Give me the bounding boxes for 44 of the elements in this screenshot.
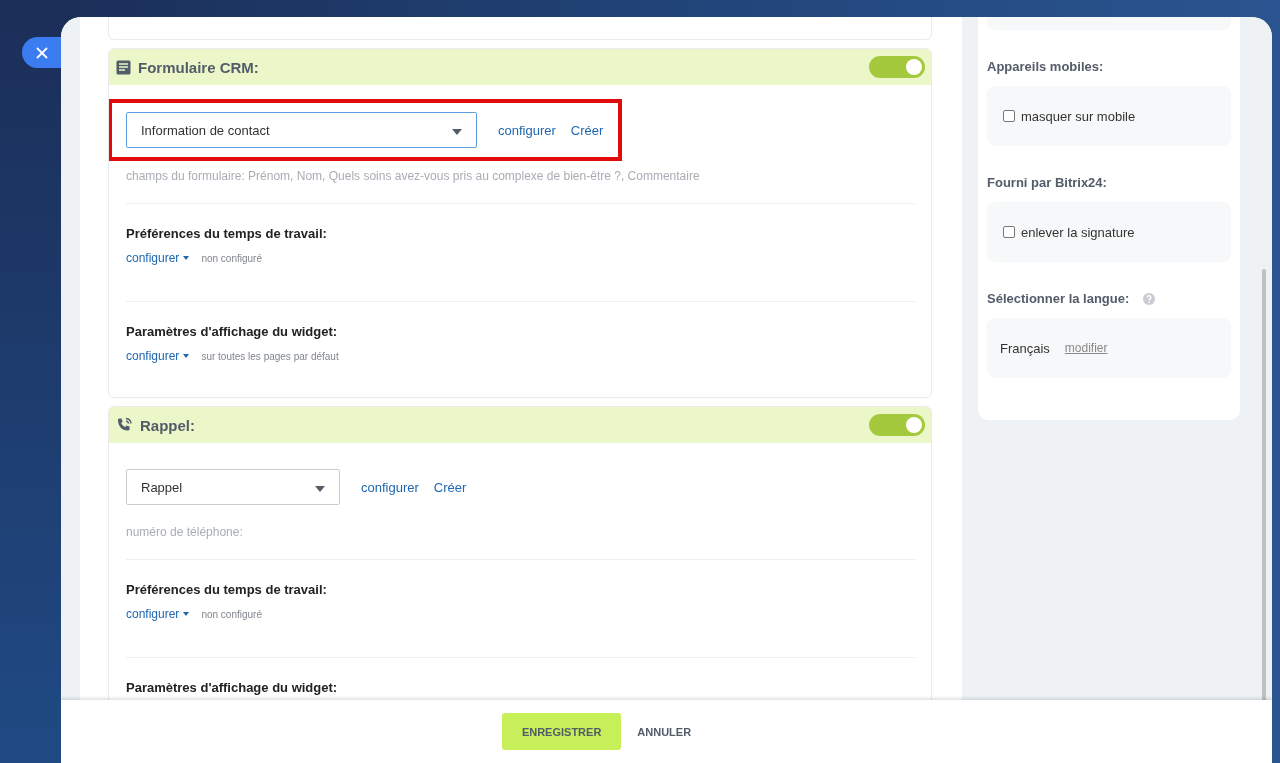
checkbox-label: masquer sur mobile bbox=[1021, 108, 1136, 124]
scrollbar[interactable] bbox=[1262, 269, 1266, 700]
cancel-button[interactable]: ANNULER bbox=[637, 713, 692, 750]
configure-link[interactable]: configurer bbox=[126, 607, 190, 621]
setting-value: non configuré bbox=[201, 252, 262, 264]
caret-icon bbox=[452, 128, 462, 135]
group-title: Sélectionner la langue: bbox=[987, 291, 1130, 306]
toggle-switch[interactable] bbox=[869, 414, 925, 436]
caret-icon bbox=[183, 612, 190, 616]
toggle-switch[interactable] bbox=[869, 56, 925, 78]
modify-link[interactable]: modifier bbox=[1064, 341, 1108, 355]
group-title: Appareils mobiles: bbox=[987, 59, 1104, 74]
help-icon[interactable] bbox=[1143, 292, 1156, 305]
link[interactable]: Créer bbox=[570, 122, 604, 138]
group-title: Fourni par Bitrix24: bbox=[987, 175, 1107, 190]
field-list-text: numéro de téléphone: bbox=[126, 517, 915, 560]
document-icon bbox=[116, 59, 131, 75]
language-value: Français bbox=[1000, 340, 1050, 356]
checkbox[interactable] bbox=[1003, 110, 1015, 122]
dropdown[interactable]: Information de contact bbox=[126, 112, 477, 148]
caret-icon bbox=[315, 485, 325, 492]
dropdown[interactable]: Rappel bbox=[126, 469, 340, 505]
checkbox-label: enlever la signature bbox=[1021, 224, 1135, 240]
caret-icon bbox=[183, 256, 190, 260]
setting-value: sur toutes les pages par défaut bbox=[201, 350, 339, 362]
save-button[interactable]: ENREGISTRER bbox=[501, 713, 622, 750]
setting-title: Préférences du temps de travail: bbox=[126, 226, 328, 241]
close-button[interactable] bbox=[22, 37, 61, 68]
field-list-text: champs du formulaire: Prénom, Nom, Quels soins avez-vous pris au complexe de bien-être ?, Commentaire bbox=[126, 161, 915, 204]
close-icon bbox=[35, 46, 48, 59]
section-title: Rappel: bbox=[140, 416, 196, 434]
setting-title: Paramètres d'affichage du widget: bbox=[126, 324, 339, 339]
configure-link[interactable]: configurer bbox=[126, 251, 190, 265]
link[interactable]: configurer bbox=[498, 122, 556, 138]
caret-icon bbox=[183, 354, 190, 358]
configure-link[interactable]: configurer bbox=[126, 349, 190, 363]
link[interactable]: configurer bbox=[361, 479, 419, 495]
section-title: Formulaire CRM: bbox=[138, 58, 260, 76]
link[interactable]: Créer bbox=[433, 479, 467, 495]
setting-value: non configuré bbox=[201, 608, 262, 620]
setting-title: Paramètres d'affichage du widget: bbox=[126, 680, 339, 695]
phone-icon bbox=[116, 416, 133, 434]
checkbox[interactable] bbox=[1003, 226, 1015, 238]
setting-title: Préférences du temps de travail: bbox=[126, 582, 328, 597]
